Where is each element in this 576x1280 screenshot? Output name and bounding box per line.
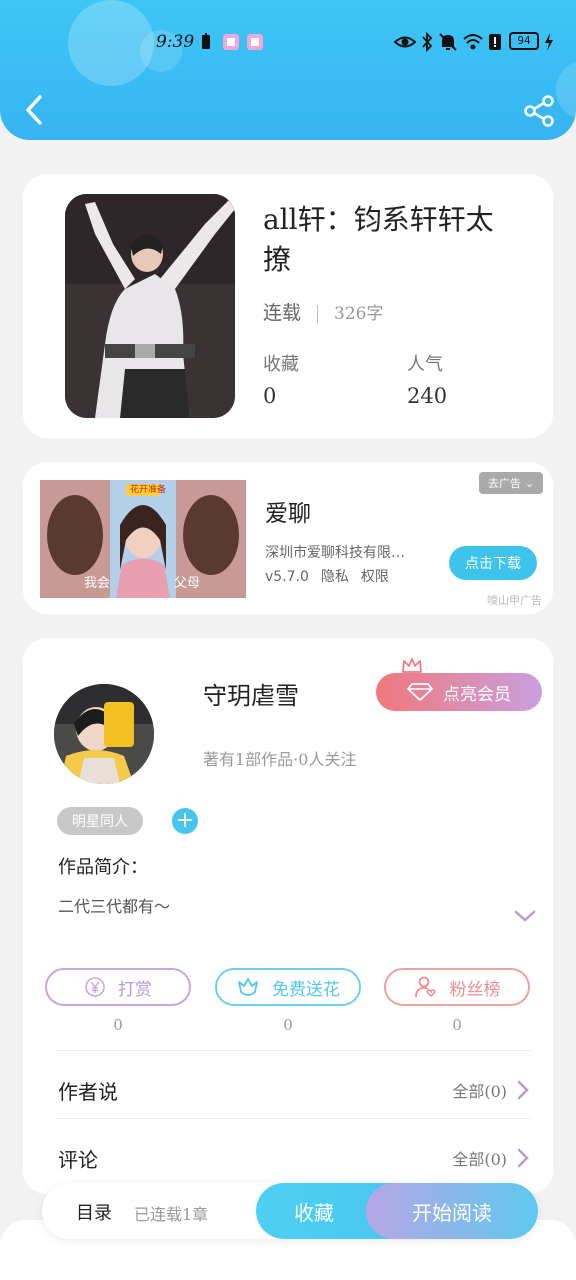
yen-coin-icon [85,977,105,997]
divider [56,1050,530,1051]
mute-bell-icon [439,33,457,51]
chevron-down-icon: ⌄ [524,476,535,490]
author-says-label[interactable]: 作者说 [58,1076,118,1105]
charging-icon [545,33,553,51]
book-meta: 连载 326字 [263,298,383,325]
popularity-value: 240 [407,384,448,408]
back-arrow-icon[interactable] [20,92,50,128]
popularity-label: 人气 [407,354,443,375]
ad-download-button[interactable]: 点击下载 [449,546,537,580]
fan-ranking-label: 粉丝榜 [449,979,501,1000]
reward-button[interactable]: 打赏 [45,968,191,1006]
favorites-label: 收藏 [263,354,299,375]
flower-count: 0 [283,1016,293,1034]
fan-ranking-button[interactable]: 粉丝榜 [384,968,530,1006]
ad-source: 嗅山甲广告 [487,594,542,607]
ad-privacy-link[interactable]: 隐私 [321,569,349,585]
book-info-card: all轩：钧系轩轩太撩 连载 326字 收藏 人气 0 240 [23,174,553,438]
genre-tag[interactable]: 明星同人 [57,807,143,835]
author-card: 守玥虐雪 点亮会员 著有1部作品·0人关注 明星同人 + 作品简介： 二代三代都… [23,638,553,1194]
app-notification-icon-2 [247,34,263,50]
favorites-value: 0 [263,384,277,408]
avatar[interactable] [54,684,154,784]
ad-version-row: v5.7.0 隐私 权限 [265,566,401,586]
author-name[interactable]: 守玥虐雪 [203,676,299,711]
meta-divider [317,305,319,323]
start-reading-button[interactable]: 开始阅读 [366,1183,538,1239]
fan-count: 0 [452,1016,462,1034]
ad-image-right-text: 父母 [174,576,201,591]
ad-image[interactable]: 花开准备 我会 父母 [40,480,246,598]
share-icon[interactable] [522,94,556,128]
chevron-right-icon [517,1080,529,1100]
top-header: 9:39 94 [0,0,576,140]
flower-icon [238,978,258,996]
send-flower-button[interactable]: 免费送花 [215,968,361,1006]
eye-icon [394,36,416,48]
sim-alert-icon [489,34,501,50]
remove-ad-label: 去广告 [487,477,521,490]
send-flower-label: 免费送花 [272,979,340,1000]
status-bar: 9:39 94 [0,28,576,58]
book-status: 连载 [263,302,302,324]
author-says-all-link[interactable]: 全部(0) [452,1078,529,1102]
chapter-count: 已连载1章 [134,1205,209,1224]
status-time: 9:39 [156,32,195,52]
ad-image-caption: 花开准备 [130,485,167,495]
remove-ad-button[interactable]: 去广告 ⌄ [479,472,543,494]
vip-button[interactable]: 点亮会员 [376,673,542,711]
wifi-icon [463,34,483,50]
battery-alert-icon [202,33,210,49]
plus-icon: + [175,808,195,833]
book-title: all轩：钧系轩轩太撩 [263,203,494,276]
ad-image-left-text: 我会 [84,576,111,591]
battery-indicator: 94 [509,32,539,50]
diamond-icon [407,683,433,701]
toc-button[interactable]: 目录 [76,1199,112,1225]
book-cover-image[interactable] [65,194,235,418]
ad-card[interactable]: 花开准备 我会 父母 去广告 ⌄ 爱聊 深圳市爱聊科技有限… v5.7.0 隐私 权限… [23,462,553,614]
bottom-action-bar: 目录 已连载1章 收藏 开始阅读 [42,1183,538,1239]
author-info: 著有1部作品·0人关注 [203,750,357,769]
intro-text: 二代三代都有～ [58,897,171,916]
expand-chevron-icon[interactable] [513,908,537,924]
author-says-all-label: 全部(0) [452,1082,507,1101]
chevron-right-icon [517,1148,529,1168]
book-word-count: 326字 [334,304,384,324]
comments-all-label: 全部(0) [452,1150,507,1169]
bluetooth-icon [422,32,433,52]
crown-icon [402,658,422,673]
ad-permissions-link[interactable]: 权限 [361,569,389,585]
comments-label[interactable]: 评论 [58,1144,98,1173]
ad-version: v5.7.0 [265,569,309,585]
ad-company: 深圳市爱聊科技有限… [265,545,405,561]
reward-count: 0 [113,1016,123,1034]
reward-label: 打赏 [118,979,152,1000]
ad-app-name: 爱聊 [265,501,311,527]
vip-button-label: 点亮会员 [443,684,511,705]
user-heart-icon [414,976,436,998]
app-notification-icon [223,34,239,50]
intro-label: 作品简介： [58,857,148,878]
divider [56,1118,530,1119]
comments-all-link[interactable]: 全部(0) [452,1146,529,1170]
add-tag-button[interactable]: + [172,808,198,834]
